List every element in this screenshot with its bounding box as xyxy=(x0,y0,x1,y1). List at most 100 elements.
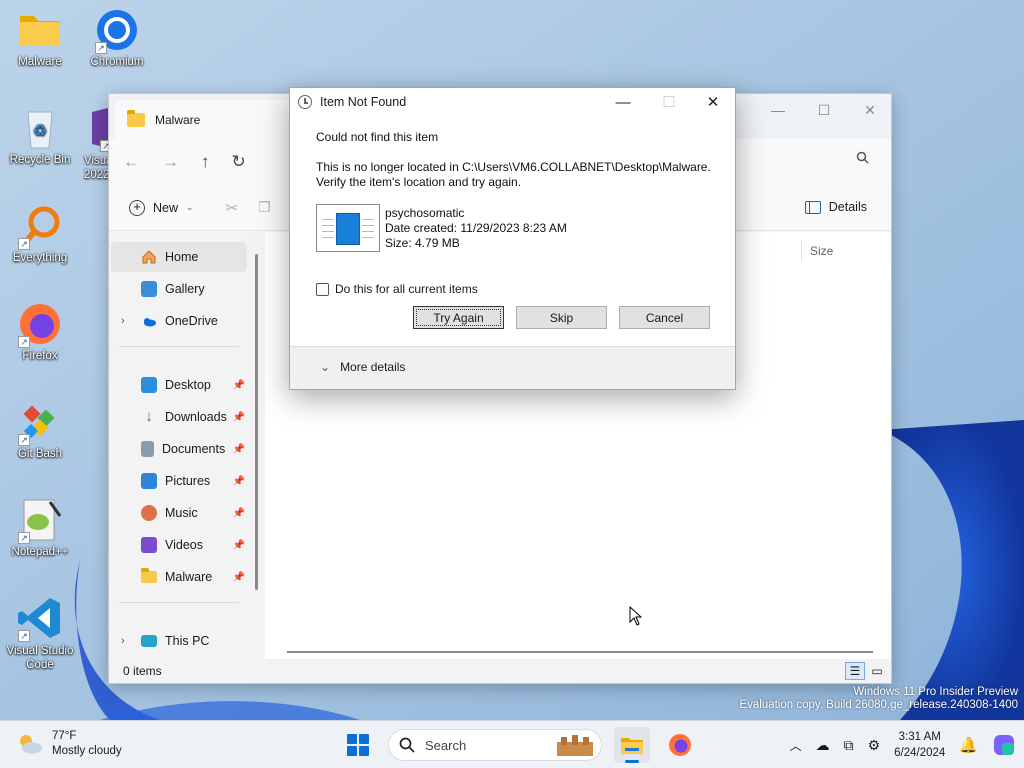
refresh-icon[interactable]: ↻ xyxy=(232,152,246,172)
desktop-icon-visual-studio[interactable]: ↗ Visua 2022 xyxy=(70,104,110,182)
mouse-cursor-icon xyxy=(629,605,643,629)
shortcut-arrow-icon: ↗ xyxy=(18,630,30,642)
search-icon xyxy=(399,737,415,753)
chromium-icon: ↗ xyxy=(93,6,141,54)
network-icon[interactable]: ⧉ xyxy=(844,737,854,754)
try-again-button[interactable]: Try Again xyxy=(413,306,504,329)
chevron-up-icon[interactable]: ︿ xyxy=(790,737,802,754)
close-button[interactable]: ✕ xyxy=(847,94,893,126)
back-arrow-icon[interactable]: ← xyxy=(123,152,140,172)
system-tray: ︿ ☁ ⧉ ⚙ 3:31 AM 6/24/2024 🔔 xyxy=(790,721,1016,768)
accessibility-icon[interactable]: ⚙ xyxy=(868,737,881,754)
sidebar-item-pictures[interactable]: Pictures 📌 xyxy=(111,466,247,496)
desktop-icon-git-bash[interactable]: ↗ Git Bash xyxy=(2,398,78,460)
taskbar-file-explorer[interactable] xyxy=(614,727,650,763)
desktop-icon-firefox[interactable]: ↗ Firefox xyxy=(2,300,78,362)
chevron-right-icon[interactable]: › xyxy=(121,315,125,327)
weather-temp: 77°F xyxy=(52,730,77,742)
shortcut-arrow-icon: ↗ xyxy=(18,434,30,446)
skip-button[interactable]: Skip xyxy=(516,306,607,329)
pin-icon[interactable]: 📌 xyxy=(233,508,245,519)
large-icons-view-button[interactable]: ▭ xyxy=(867,662,887,680)
desktop-icon-everything[interactable]: ↗ Everything xyxy=(2,202,78,264)
taskbar-clock[interactable]: 3:31 AM 6/24/2024 xyxy=(894,729,945,761)
file-size: Size: 4.79 MB xyxy=(385,236,460,250)
checkbox-box[interactable] xyxy=(316,282,329,296)
pin-icon[interactable]: 📌 xyxy=(233,380,245,391)
cancel-button[interactable]: Cancel xyxy=(619,306,710,329)
maximize-button[interactable]: ☐ xyxy=(801,94,847,126)
pin-icon[interactable]: 📌 xyxy=(233,476,245,487)
sidebar-divider xyxy=(119,346,239,347)
details-view-button[interactable]: ☰ xyxy=(845,662,865,680)
chevron-down-icon: ⌄ xyxy=(186,202,194,212)
desktop-icon-chromium[interactable]: ↗ Chromium xyxy=(79,6,155,68)
desktop-icon-notepadpp[interactable]: ↗ Notepad++ xyxy=(2,496,78,558)
windows-watermark: Windows 11 Pro Insider Preview Evaluatio… xyxy=(739,686,1018,711)
minimize-button[interactable]: — xyxy=(755,94,801,126)
item-not-found-dialog[interactable]: Item Not Found — ☐ ✕ Could not find this… xyxy=(289,87,736,390)
documents-icon xyxy=(141,441,154,457)
dialog-minimize-button[interactable]: — xyxy=(600,88,646,116)
everything-icon: ↗ xyxy=(16,202,64,250)
more-details-toggle[interactable]: ⌄ More details xyxy=(320,360,405,374)
cut-icon[interactable]: ✂ xyxy=(226,199,239,217)
pin-icon[interactable]: 📌 xyxy=(233,572,245,583)
dialog-maximize-button[interactable]: ☐ xyxy=(646,88,692,116)
shortcut-arrow-icon: ↗ xyxy=(18,336,30,348)
sidebar-item-onedrive[interactable]: › OneDrive xyxy=(111,306,247,336)
pin-icon[interactable]: 📌 xyxy=(233,412,245,423)
explorer-tab[interactable]: Malware xyxy=(115,100,295,139)
taskbar-firefox[interactable] xyxy=(662,727,698,763)
sidebar-item-malware[interactable]: Malware 📌 xyxy=(111,562,247,592)
onedrive-offline-icon[interactable]: ☁ xyxy=(816,737,830,754)
forward-arrow-icon[interactable]: → xyxy=(162,152,179,172)
pin-icon[interactable]: 📌 xyxy=(233,540,245,551)
dialog-divider xyxy=(290,346,735,347)
copilot-icon[interactable] xyxy=(992,733,1016,757)
desktop-icon-malware[interactable]: Malware xyxy=(2,6,78,68)
sidebar-item-this-pc[interactable]: › This PC xyxy=(111,626,247,656)
firefox-icon xyxy=(669,734,691,756)
folder-icon xyxy=(141,568,157,583)
chevron-right-icon[interactable]: › xyxy=(121,635,125,647)
shortcut-arrow-icon: ↗ xyxy=(18,532,30,544)
sidebar-item-music[interactable]: Music 📌 xyxy=(111,498,247,528)
dialog-titlebar[interactable]: Item Not Found — ☐ ✕ xyxy=(290,88,735,116)
sidebar-item-desktop[interactable]: Desktop 📌 xyxy=(111,370,247,400)
search-icon[interactable] xyxy=(856,151,869,167)
apply-to-all-checkbox[interactable]: Do this for all current items xyxy=(316,282,478,296)
copy-icon[interactable]: ❐ xyxy=(258,199,271,216)
item-count: 0 items xyxy=(123,664,162,678)
dialog-close-button[interactable]: ✕ xyxy=(690,88,736,116)
sidebar-item-documents[interactable]: Documents 📌 xyxy=(111,434,247,464)
navigation-pane: Home Gallery › OneDrive Desktop 📌 ↓ Down… xyxy=(109,232,259,662)
vscode-icon: ↗ xyxy=(16,594,64,642)
windows-logo-icon xyxy=(347,734,369,756)
gallery-icon xyxy=(141,281,157,297)
sidebar-scrollbar[interactable] xyxy=(255,254,258,590)
column-header-size[interactable]: Size xyxy=(801,241,833,261)
notification-bell-icon[interactable]: 🔔 xyxy=(959,736,978,754)
firefox-icon: ↗ xyxy=(16,300,64,348)
sidebar-divider xyxy=(119,602,239,603)
folder-icon xyxy=(16,6,64,54)
desktop-icon-recycle-bin[interactable]: ♻ Recycle Bin xyxy=(2,104,78,166)
sidebar-item-downloads[interactable]: ↓ Downloads 📌 xyxy=(111,402,247,432)
up-arrow-icon[interactable]: ↑ xyxy=(201,152,210,172)
sidebar-item-home[interactable]: Home xyxy=(111,242,247,272)
details-pane-button[interactable]: Details xyxy=(804,200,867,214)
new-button[interactable]: + New ⌄ xyxy=(129,199,194,216)
desktop-icon-vscode[interactable]: ↗ Visual Studio Code xyxy=(2,594,78,672)
taskbar-search-box[interactable]: Search xyxy=(388,729,602,761)
dialog-heading: Could not find this item xyxy=(316,130,439,144)
sidebar-item-videos[interactable]: Videos 📌 xyxy=(111,530,247,560)
pin-icon[interactable]: 📌 xyxy=(233,444,245,455)
sidebar-item-gallery[interactable]: Gallery xyxy=(111,274,247,304)
videos-icon xyxy=(141,537,157,553)
start-button[interactable] xyxy=(340,727,376,763)
shortcut-arrow-icon: ↗ xyxy=(18,238,30,250)
weather-widget[interactable]: 77°F Mostly cloudy xyxy=(16,729,122,759)
horizontal-scrollbar[interactable] xyxy=(287,651,873,653)
search-highlight-icon xyxy=(557,735,593,756)
